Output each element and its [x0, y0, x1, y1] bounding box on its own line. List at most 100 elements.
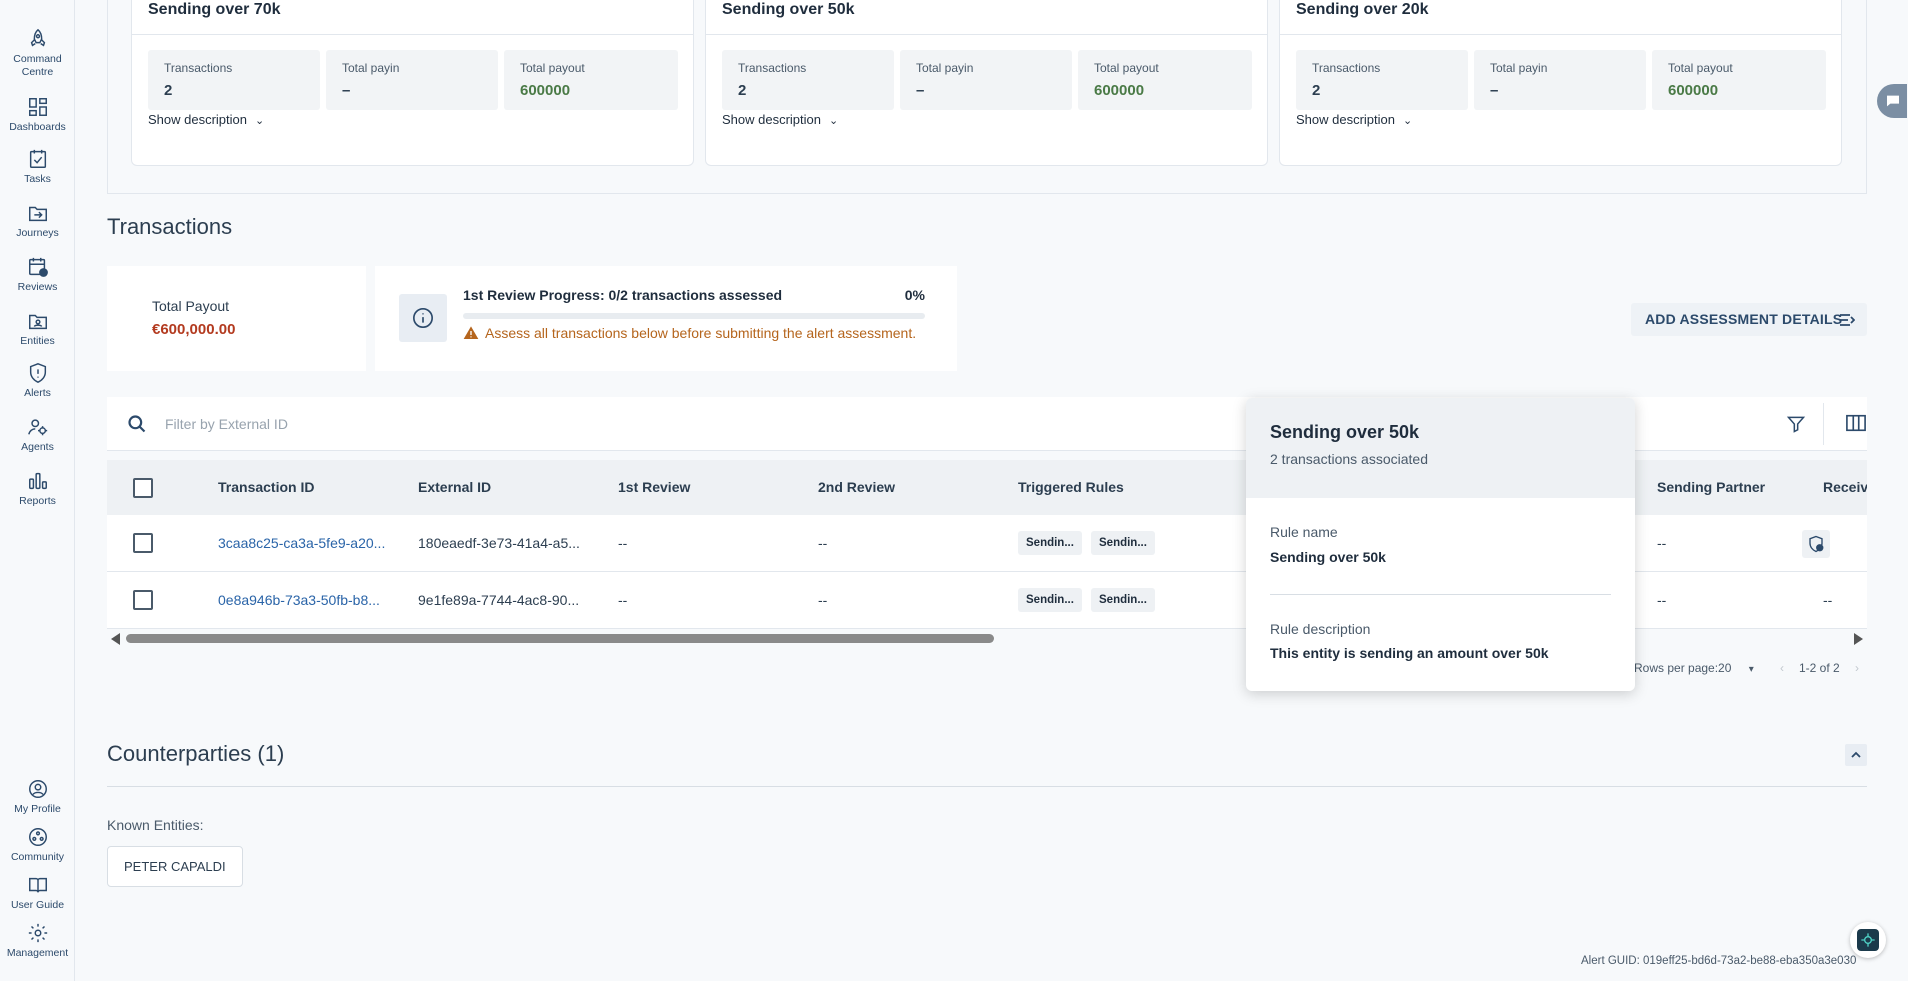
sidebar-item-label: Management [6, 947, 69, 959]
agent-gear-icon [27, 419, 47, 436]
sidebar-item-my-profile[interactable]: My Profile [0, 778, 75, 816]
bot-icon [1861, 933, 1875, 947]
shield-alert-icon [29, 363, 46, 383]
sidebar-item-community[interactable]: Community [0, 826, 75, 864]
popover-header: Sending over 50k 2 transactions associat… [1246, 398, 1635, 498]
alert-guid: Alert GUID: 019eff25-bd6d-73a2-be88-eba3… [1581, 955, 1857, 967]
triggered-rule-chip[interactable]: Sendin... [1091, 531, 1155, 555]
triggered-rule-chip[interactable]: Sendin... [1018, 531, 1082, 555]
progress-percent: 0% [904, 287, 925, 303]
column-header-triggered-rules[interactable]: Triggered Rules [1018, 479, 1124, 495]
row-checkbox[interactable] [133, 533, 153, 553]
page-range: 1-2 of 2 [1799, 661, 1840, 675]
stat-label: Total payout [520, 61, 585, 75]
next-page-button[interactable]: › [1855, 661, 1859, 675]
stat-label: Transactions [1312, 61, 1381, 75]
scroll-right-arrow[interactable] [1854, 633, 1863, 645]
row-checkbox[interactable] [133, 590, 153, 610]
receiving-cell: -- [1823, 592, 1833, 608]
review-progress-card: 1st Review Progress: 0/2 transactions as… [375, 266, 957, 371]
previous-page-button[interactable]: ‹ [1780, 661, 1784, 675]
columns-icon[interactable] [1845, 413, 1867, 433]
select-all-checkbox[interactable] [133, 478, 153, 498]
sending-partner-cell: -- [1657, 592, 1667, 608]
caret-down-icon: ▾ [1748, 664, 1754, 675]
sidebar-item-journeys[interactable]: Journeys [0, 202, 75, 240]
entity-chip[interactable]: PETER CAPALDI [107, 846, 243, 887]
show-description-toggle[interactable]: Show description ⌄ [1296, 112, 1412, 127]
info-icon-box [399, 294, 447, 342]
sidebar-item-label: Reviews [17, 281, 58, 293]
sidebar-item-dashboards[interactable]: Dashboards [0, 96, 75, 134]
sidebar-item-label: Entities [20, 335, 55, 347]
column-header-transaction-id[interactable]: Transaction ID [218, 479, 314, 495]
transaction-id-link[interactable]: 3caa8c25-ca3a-5fe9-a20... [218, 535, 385, 551]
collapse-counterparties-button[interactable] [1845, 744, 1867, 766]
sidebar-item-tasks[interactable]: Tasks [0, 148, 75, 186]
first-review-cell: -- [618, 592, 628, 608]
assistant-button[interactable] [1850, 922, 1886, 958]
sidebar-item-reviews[interactable]: Reviews [0, 256, 75, 294]
rule-name-label: Rule name [1270, 524, 1338, 540]
sidebar-item-command-centre[interactable]: Command Centre [0, 28, 75, 79]
filter-icon[interactable] [1786, 414, 1806, 434]
sidebar-item-label: Alerts [24, 387, 51, 399]
sidebar-item-user-guide[interactable]: User Guide [0, 874, 75, 912]
external-id-filter-input[interactable] [165, 411, 865, 437]
divider [132, 34, 693, 35]
show-description-label: Show description [722, 112, 821, 127]
total-payout-card: Total Payout €600,000.00 [107, 266, 366, 371]
sidebar-item-alerts[interactable]: Alerts [0, 362, 75, 400]
sidebar-item-label: Dashboards [9, 121, 66, 133]
rows-per-page-value: 20 [1718, 661, 1732, 675]
sidebar-item-label: Tasks [24, 173, 51, 185]
counterparties-title: Counterparties (1) [107, 741, 285, 766]
stat-total-payout: Total payout 600000 [504, 50, 678, 110]
column-header-sending-partner[interactable]: Sending Partner [1657, 479, 1765, 495]
column-header-second-review[interactable]: 2nd Review [818, 479, 895, 495]
show-description-toggle[interactable]: Show description ⌄ [148, 112, 264, 127]
add-receiving-partner-button[interactable] [1802, 530, 1830, 558]
book-icon [28, 877, 47, 893]
sidebar-item-reports[interactable]: Reports [0, 470, 75, 508]
second-review-cell: -- [818, 535, 828, 551]
chevron-up-icon [1851, 751, 1861, 758]
known-entities-label: Known Entities: [107, 817, 204, 833]
add-assessment-details-button[interactable]: ADD ASSESSMENT DETAILS [1631, 303, 1867, 336]
show-description-label: Show description [148, 112, 247, 127]
stat-total-payout: Total payout 600000 [1078, 50, 1252, 110]
chevron-down-icon: ⌄ [255, 115, 265, 127]
triggered-rule-chip[interactable]: Sendin... [1091, 588, 1155, 612]
triggered-rule-chip[interactable]: Sendin... [1018, 588, 1082, 612]
rule-card: Sending over 20k Transactions 2 Total pa… [1279, 0, 1842, 166]
column-header-external-id[interactable]: External ID [418, 479, 491, 495]
sidebar: Command Centre Dashboards Tasks Journeys… [0, 0, 75, 981]
stat-value: – [1490, 82, 1499, 99]
show-description-toggle[interactable]: Show description ⌄ [722, 112, 838, 127]
sidebar-item-entities[interactable]: Entities [0, 310, 75, 348]
bar-chart-icon [28, 472, 47, 490]
rule-card: Sending over 50k Transactions 2 Total pa… [705, 0, 1268, 166]
scrollbar-thumb[interactable] [126, 634, 994, 643]
rule-card-title: Sending over 70k [148, 1, 281, 18]
stat-value: 2 [738, 82, 747, 99]
stat-value: 2 [1312, 82, 1321, 99]
gear-icon [28, 923, 47, 943]
assess-list-icon [1840, 314, 1855, 326]
transaction-id-link[interactable]: 0e8a946b-73a3-50fb-b8... [218, 592, 380, 608]
stat-value: – [916, 82, 925, 99]
sidebar-item-label: Agents [21, 441, 54, 453]
column-header-first-review[interactable]: 1st Review [618, 479, 690, 495]
progress-warning-text: Assess all transactions below before sub… [485, 325, 917, 341]
stat-label: Total payin [916, 61, 974, 75]
chat-button[interactable] [1877, 84, 1907, 118]
sidebar-item-label: My Profile [14, 803, 61, 815]
scroll-left-arrow[interactable] [111, 633, 120, 645]
rule-description-label: Rule description [1270, 621, 1371, 637]
rows-per-page[interactable]: Rows per page:20 ▾ [1634, 661, 1754, 675]
sidebar-item-management[interactable]: Management [0, 922, 75, 960]
progress-bar [463, 313, 925, 319]
main-content: Sending over 70k Transactions 2 Total pa… [75, 0, 1908, 981]
column-header-receiving[interactable]: Receiv [1823, 479, 1867, 495]
sidebar-item-agents[interactable]: Agents [0, 416, 75, 454]
